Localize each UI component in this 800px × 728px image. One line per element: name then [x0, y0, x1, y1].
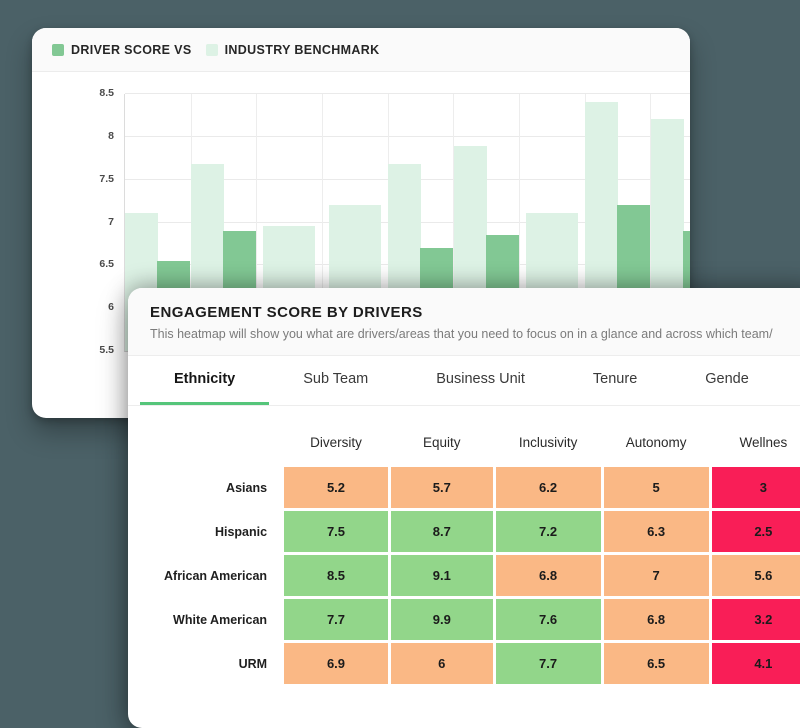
heatmap-cell[interactable]: 9.1	[390, 555, 493, 596]
heatmap-cell[interactable]: 3	[711, 467, 800, 508]
heatmap-cell[interactable]: 8.7	[390, 511, 493, 552]
heatmap-cell[interactable]: 7.6	[495, 599, 601, 640]
heatmap-table-container: Diversity Equity Inclusivity Autonomy Wellne…	[128, 406, 800, 687]
tab-ethnicity[interactable]: Ethnicity	[140, 356, 270, 405]
heatmap-cell[interactable]: 4.1	[711, 643, 800, 684]
heatmap-row-label: White American	[173, 612, 268, 627]
heatmap-cell[interactable]: 7.7	[495, 643, 601, 684]
y-axis-tick-label: 5.5	[99, 344, 114, 356]
y-axis-tick-label: 8.5	[99, 87, 114, 99]
chart-legend: DRIVER SCORE VS INDUSTRY BENCHMARK	[32, 28, 690, 72]
heatmap-column-header: Autonomy	[625, 435, 687, 450]
y-axis-tick-label: 8	[108, 129, 114, 142]
heatmap-row-label: African American	[164, 568, 268, 583]
heatmap-header: ENGAGEMENT SCORE BY DRIVERS This heatmap…	[128, 288, 800, 356]
y-axis-tick-label: 6.5	[99, 258, 114, 271]
heatmap-table: Diversity Equity Inclusivity Autonomy Wellne…	[160, 432, 800, 687]
heatmap-corner-cell	[163, 435, 281, 464]
legend-item-driver-score: DRIVER SCORE VS	[52, 43, 192, 57]
heatmap-cell[interactable]: 6.8	[603, 599, 709, 640]
heatmap-cell[interactable]: 7	[603, 555, 709, 596]
tab-sub-team[interactable]: Sub Team	[269, 356, 402, 405]
heatmap-cell[interactable]: 5.2	[284, 467, 388, 508]
heatmap-cell[interactable]: 6.5	[603, 643, 709, 684]
heatmap-cell[interactable]: 8.5	[284, 555, 388, 596]
heatmap-cell[interactable]: 6.8	[495, 555, 601, 596]
heatmap-cell[interactable]: 2.5	[711, 511, 800, 552]
heatmap-table-body: Asians 5.2 5.7 6.2 5 3 Hispanic 7.5 8.7 7.2 6.3 2.5…	[163, 467, 800, 684]
table-row: African American 8.5 9.1 6.8 7 5.6	[163, 555, 800, 596]
heatmap-cell[interactable]: 9.9	[390, 599, 493, 640]
legend-label-driver-score: DRIVER SCORE VS	[71, 42, 192, 57]
tab-business-unit[interactable]: Business Unit	[402, 356, 559, 405]
legend-item-industry-benchmark: INDUSTRY BENCHMARK	[205, 42, 380, 57]
heatmap-cell[interactable]: 6	[390, 643, 493, 684]
heatmap-row-label: URM	[238, 656, 268, 671]
heatmap-row-label: Asians	[226, 480, 268, 495]
heatmap-header-row: Diversity Equity Inclusivity Autonomy Wellne…	[163, 435, 800, 464]
heatmap-tabs[interactable]: Ethnicity Sub Team Business Unit Tenure Gend…	[128, 356, 800, 406]
legend-label-industry-benchmark: INDUSTRY BENCHMARK	[224, 42, 380, 57]
heatmap-column-header: Equity	[423, 435, 461, 450]
y-axis-tick-label: 6	[108, 301, 114, 314]
heatmap-cell[interactable]: 5	[603, 467, 709, 508]
table-row: Asians 5.2 5.7 6.2 5 3	[163, 467, 800, 508]
heatmap-cell[interactable]: 5.7	[390, 467, 493, 508]
heatmap-column-header: Wellnes	[739, 435, 788, 450]
heatmap-cell[interactable]: 3.2	[711, 599, 800, 640]
tab-gende[interactable]: Gende	[671, 356, 783, 405]
heatmap-table-head: Diversity Equity Inclusivity Autonomy Wellne…	[163, 435, 800, 464]
driver-score-swatch-icon	[52, 43, 64, 56]
heatmap-cell[interactable]: 6.2	[495, 467, 601, 508]
heatmap-row-label: Hispanic	[214, 524, 268, 539]
y-axis-tick-label: 7	[108, 215, 114, 228]
engagement-heatmap-card: ENGAGEMENT SCORE BY DRIVERS This heatmap…	[128, 288, 800, 728]
heatmap-title: ENGAGEMENT SCORE BY DRIVERS	[150, 304, 423, 321]
heatmap-cell[interactable]: 5.6	[711, 555, 800, 596]
table-row: URM 6.9 6 7.7 6.5 4.1	[163, 643, 800, 684]
heatmap-cell[interactable]: 7.2	[495, 511, 601, 552]
industry-benchmark-swatch-icon	[205, 43, 218, 56]
heatmap-cell[interactable]: 7.5	[284, 511, 388, 552]
tab-tenure[interactable]: Tenure	[559, 356, 671, 405]
heatmap-cell[interactable]: 7.7	[284, 599, 388, 640]
y-axis-tick-label: 7.5	[99, 172, 114, 185]
heatmap-column-header: Inclusivity	[518, 435, 578, 450]
heatmap-cell[interactable]: 6.9	[284, 643, 388, 684]
table-row: White American 7.7 9.9 7.6 6.8 3.2	[163, 599, 800, 640]
heatmap-subtitle: This heatmap will show you what are driv…	[150, 327, 773, 341]
heatmap-column-header: Diversity	[310, 435, 362, 450]
heatmap-cell[interactable]: 6.3	[603, 511, 709, 552]
table-row: Hispanic 7.5 8.7 7.2 6.3 2.5	[163, 511, 800, 552]
